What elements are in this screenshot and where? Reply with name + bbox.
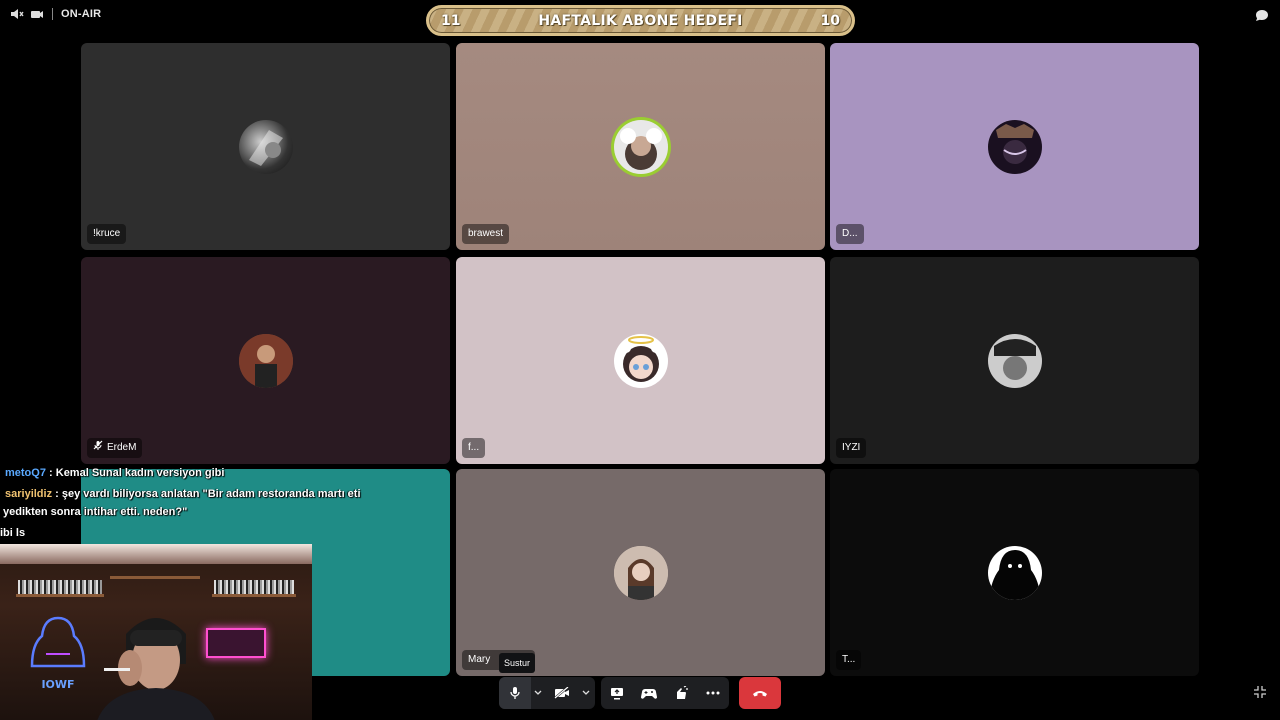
hang-up-icon [752, 684, 768, 702]
microphone-icon[interactable] [499, 677, 531, 709]
divider [52, 8, 53, 20]
participant-tile[interactable]: ErdeM [81, 257, 450, 464]
volume-mute-icon[interactable] [10, 8, 24, 20]
chat-message: ibi ls [0, 527, 26, 539]
camera-icon[interactable] [30, 8, 44, 20]
participant-name: D... [836, 224, 864, 244]
minimize-icon[interactable] [1253, 685, 1267, 704]
stream-status: ON-AIR [10, 8, 101, 20]
goal-target-value: 10 [820, 12, 840, 29]
svg-text:IOWF: IOWF [41, 678, 74, 691]
webcam-shelf [16, 594, 104, 597]
audio-video-controls [499, 677, 595, 709]
screen-share-icon[interactable] [601, 677, 633, 709]
participant-name: f... [462, 438, 486, 458]
participant-name: brawest [462, 224, 510, 244]
webcam-shelf [212, 594, 296, 597]
goal-title: HAFTALIK ABONE HEDEFI [538, 12, 743, 29]
streamer-webcam: IOWF [0, 544, 312, 720]
participant-tile[interactable]: brawest [456, 43, 825, 250]
participant-tile[interactable]: T... [830, 469, 1199, 676]
participant-tile[interactable]: IYZI [830, 257, 1199, 464]
streamer-person [97, 618, 215, 720]
chat-message: metoQ7 : Kemal Sunal kadın versiyon gibi [5, 467, 225, 479]
avatar [613, 545, 668, 600]
participant-name: T... [836, 650, 862, 670]
webcam-shelf [110, 576, 200, 579]
participant-tile[interactable]: D... [830, 43, 1199, 250]
mute-tooltip: Sustur [499, 653, 536, 673]
participant-name: IYZI [836, 438, 867, 458]
participant-tile[interactable]: !kruce [81, 43, 450, 250]
chat-message-continued: yedikten sonra intihar etti. neden?" [3, 506, 188, 518]
chat-message: sariyildiz : şey vardı biliyorsa anlatan… [5, 488, 361, 500]
avatar [987, 333, 1042, 388]
chevron-down-icon[interactable] [579, 677, 593, 709]
neon-logo-icon: IOWF [30, 616, 86, 691]
goal-current-value: 11 [441, 12, 461, 29]
camera-off-icon[interactable] [545, 677, 579, 709]
participant-tile[interactable]: f... [456, 257, 825, 464]
avatar [987, 119, 1042, 174]
participant-tile[interactable]: Mary y [456, 469, 825, 676]
activity-controls [601, 677, 729, 709]
hang-up-button[interactable] [739, 677, 781, 709]
participant-name: !kruce [87, 224, 127, 244]
chat-bubble-icon[interactable] [1254, 8, 1270, 29]
avatar-speaking [613, 119, 668, 174]
avatar [613, 333, 668, 388]
webcam-ceiling [0, 544, 312, 564]
more-icon[interactable] [697, 677, 729, 709]
soundboard-icon[interactable] [665, 677, 697, 709]
avatar [238, 333, 293, 388]
webcam-books [18, 580, 102, 594]
participant-name: ErdeM [87, 438, 143, 458]
activity-gamepad-icon[interactable] [633, 677, 665, 709]
on-air-label: ON-AIR [61, 8, 102, 20]
avatar [238, 119, 293, 174]
chevron-down-icon[interactable] [531, 677, 545, 709]
subscriber-goal-banner: 11 HAFTALIK ABONE HEDEFI 10 [426, 5, 855, 36]
avatar [987, 545, 1042, 600]
webcam-books [214, 580, 294, 594]
mic-off-icon [93, 438, 103, 458]
